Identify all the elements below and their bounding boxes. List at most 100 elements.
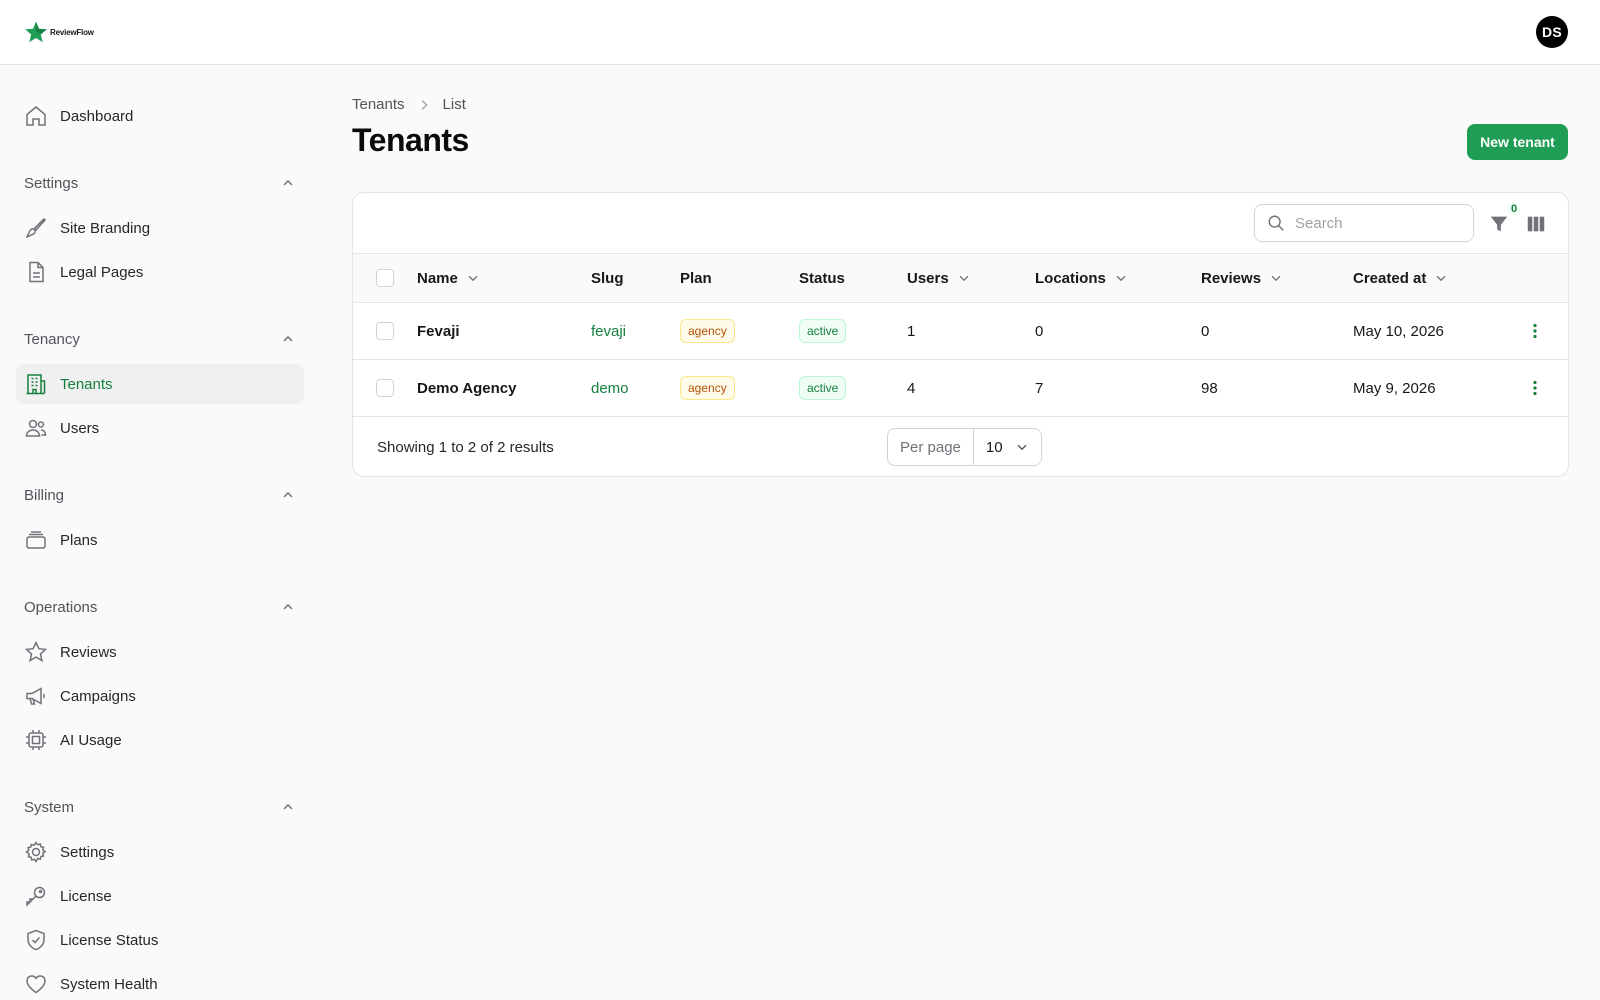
more-vertical-icon[interactable]: [1525, 378, 1545, 398]
table-footer: Showing 1 to 2 of 2 results Per page 10: [353, 417, 1568, 478]
results-summary: Showing 1 to 2 of 2 results: [377, 439, 554, 456]
new-tenant-button[interactable]: New tenant: [1467, 124, 1568, 160]
per-page-value: 10: [985, 438, 1003, 456]
sidebar-group-billing[interactable]: Billing: [24, 483, 296, 507]
sidebar-item-label: Site Branding: [60, 219, 151, 237]
row-checkbox[interactable]: [376, 322, 394, 340]
tenant-slug: demo: [591, 379, 629, 397]
status-badge: active: [799, 319, 847, 343]
sidebar-group-label: Operations: [24, 598, 98, 616]
breadcrumb: Tenants List: [352, 96, 466, 113]
tenant-slug: fevaji: [591, 322, 627, 340]
sidebar-group-system[interactable]: System: [24, 795, 296, 819]
breadcrumb-link[interactable]: Tenants: [352, 96, 405, 113]
search-input[interactable]: [1295, 214, 1455, 232]
sidebar-group-tenancy[interactable]: Tenancy: [24, 327, 296, 351]
select-all-checkbox[interactable]: [376, 269, 394, 287]
app-logo[interactable]: ReviewFlow: [24, 20, 94, 44]
users-count: 1: [907, 322, 916, 340]
megaphone-icon: [24, 684, 48, 708]
sidebar-item-label: Legal Pages: [60, 263, 144, 281]
sidebar-item-license[interactable]: License: [16, 876, 304, 916]
star-logo-icon: [25, 21, 47, 43]
sidebar-group-label: Tenancy: [24, 330, 80, 348]
created-at: May 9, 2026: [1353, 379, 1436, 397]
heart-icon: [24, 972, 48, 996]
column-header-slug: Slug: [591, 269, 624, 287]
column-header-name[interactable]: Name: [417, 254, 480, 302]
column-header-users[interactable]: Users: [907, 254, 971, 302]
logo-text: ReviewFlow: [50, 27, 94, 37]
created-at: May 10, 2026: [1353, 322, 1444, 340]
tenant-name[interactable]: Fevaji: [417, 303, 460, 359]
column-header-reviews[interactable]: Reviews: [1201, 254, 1283, 302]
column-header-status: Status: [799, 269, 845, 287]
sidebar-item-label: AI Usage: [60, 731, 122, 749]
users-icon: [24, 416, 48, 440]
sidebar-group-operations[interactable]: Operations: [24, 595, 296, 619]
sidebar-item-license-status[interactable]: License Status: [16, 920, 304, 960]
per-page-control: Per page 10: [887, 428, 1042, 466]
sidebar-item-label: System Health: [60, 975, 158, 993]
filter-icon[interactable]: [1488, 213, 1510, 235]
sidebar-item-users[interactable]: Users: [16, 408, 304, 448]
paintbrush-icon: [24, 216, 48, 240]
chevron-up-icon: [283, 491, 293, 498]
chevron-down-icon: [959, 275, 969, 282]
stack-icon: [24, 528, 48, 552]
building-icon: [24, 372, 48, 396]
sidebar-item-settings[interactable]: Settings: [16, 832, 304, 872]
table-row[interactable]: Fevaji fevaji agency active 1 0 0 May 10…: [353, 303, 1568, 360]
sidebar-item-label: License Status: [60, 931, 159, 949]
chevron-up-icon: [283, 803, 293, 810]
row-checkbox[interactable]: [376, 379, 394, 397]
sidebar-group-label: System: [24, 798, 75, 816]
home-icon: [24, 104, 48, 128]
star-icon: [24, 640, 48, 664]
sidebar-item-system-health[interactable]: System Health: [16, 964, 304, 1000]
tenant-name[interactable]: Demo Agency: [417, 360, 516, 416]
sidebar-item-campaigns[interactable]: Campaigns: [16, 676, 304, 716]
sidebar-group-label: Settings: [24, 174, 79, 192]
column-header-created-at[interactable]: Created at: [1353, 254, 1448, 302]
table-toolbar: 0: [353, 193, 1568, 254]
chip-icon: [24, 728, 48, 752]
sidebar-item-label: Campaigns: [60, 687, 136, 705]
status-badge: active: [799, 376, 847, 400]
sidebar-item-reviews[interactable]: Reviews: [16, 632, 304, 672]
more-vertical-icon[interactable]: [1525, 321, 1545, 341]
document-icon: [24, 260, 48, 284]
chevron-up-icon: [283, 603, 293, 610]
search-field[interactable]: [1254, 204, 1474, 242]
gear-icon: [24, 840, 48, 864]
chevron-down-icon: [1116, 275, 1126, 282]
tenants-table-card: 0 Name Slug Plan Status Users Locations …: [352, 192, 1569, 477]
sidebar-item-plans[interactable]: Plans: [16, 520, 304, 560]
sidebar-item-legal-pages[interactable]: Legal Pages: [16, 252, 304, 292]
locations-count: 7: [1035, 379, 1044, 397]
sidebar: Dashboard Settings Site Branding Legal P…: [0, 65, 320, 1000]
breadcrumb-current: List: [442, 96, 466, 113]
sidebar-item-site-branding[interactable]: Site Branding: [16, 208, 304, 248]
sidebar-group-settings[interactable]: Settings: [24, 171, 296, 195]
sidebar-item-label: Plans: [60, 531, 98, 549]
sidebar-item-label: Users: [60, 419, 100, 437]
page-title: Tenants: [352, 122, 469, 158]
sidebar-group-label: Billing: [24, 486, 65, 504]
sidebar-item-tenants[interactable]: Tenants: [16, 364, 304, 404]
users-count: 4: [907, 379, 916, 397]
per-page-select[interactable]: 10: [974, 439, 1041, 456]
per-page-label: Per page: [888, 429, 974, 465]
user-avatar[interactable]: DS: [1536, 16, 1568, 48]
column-header-locations[interactable]: Locations: [1035, 254, 1128, 302]
sidebar-item-ai-usage[interactable]: AI Usage: [16, 720, 304, 760]
chevron-down-icon: [1436, 275, 1446, 282]
table-row[interactable]: Demo Agency demo agency active 4 7 98 Ma…: [353, 360, 1568, 417]
columns-icon[interactable]: [1525, 213, 1547, 235]
sidebar-item-label: Dashboard: [60, 107, 134, 125]
sidebar-item-dashboard[interactable]: Dashboard: [16, 96, 304, 136]
reviews-count: 0: [1201, 322, 1210, 340]
chevron-down-icon: [1017, 444, 1027, 451]
reviews-count: 98: [1201, 379, 1218, 397]
search-icon: [1268, 215, 1284, 231]
